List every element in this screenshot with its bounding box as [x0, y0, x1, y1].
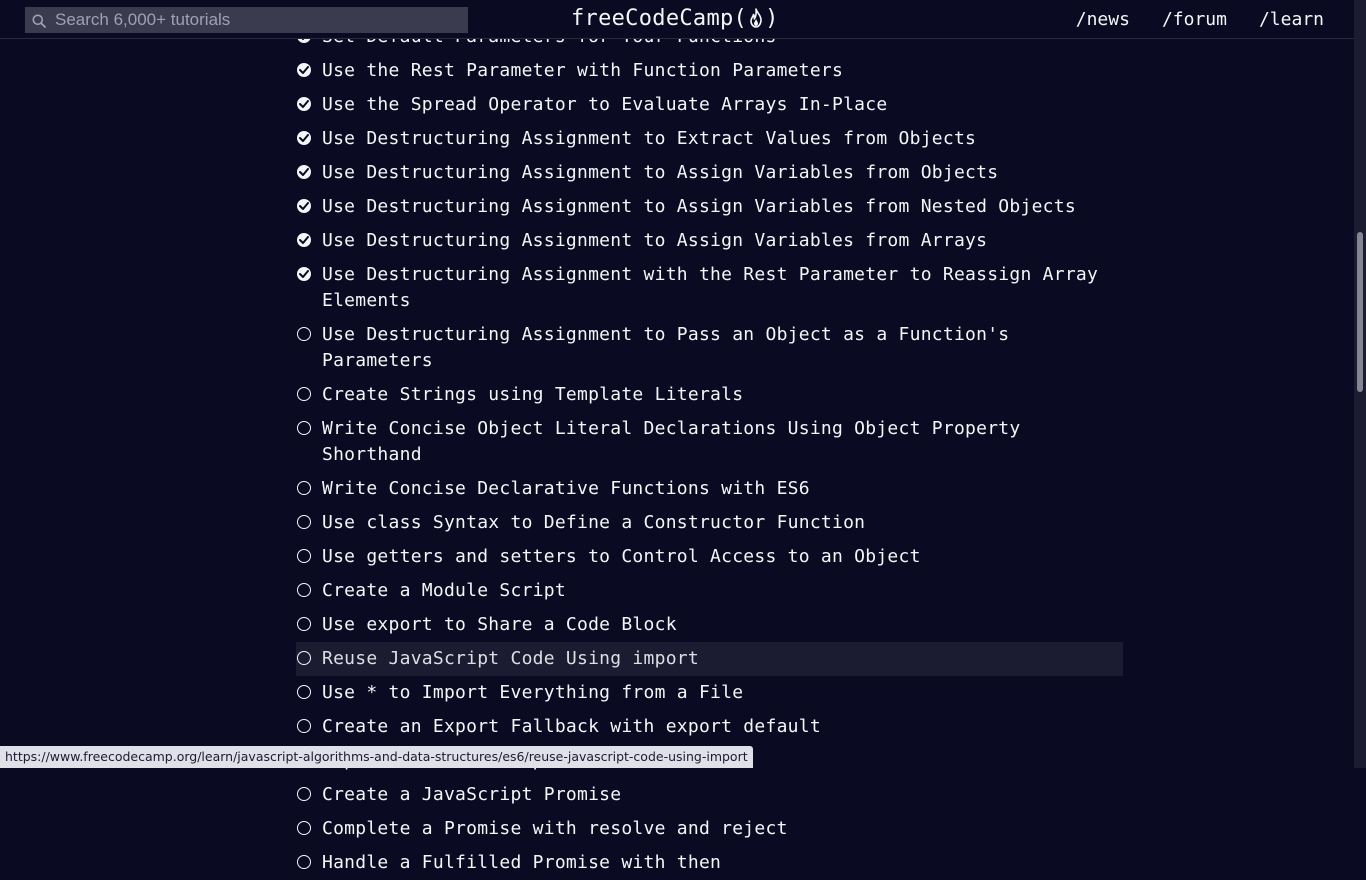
empty-circle-icon [297, 583, 311, 597]
challenge-item[interactable]: Use the Rest Parameter with Function Par… [296, 54, 1123, 88]
search-icon [32, 13, 46, 28]
challenge-title: Handle a Fulfilled Promise with then [322, 852, 722, 873]
challenge-title: Create a Module Script [322, 580, 566, 601]
challenge-item[interactable]: Create an Export Fallback with export de… [296, 710, 1123, 744]
check-circle-icon [297, 97, 311, 111]
flame-icon [748, 7, 764, 28]
search-box[interactable] [25, 7, 468, 33]
challenge-title: Use Destructuring Assignment to Assign V… [322, 230, 988, 251]
empty-circle-icon [297, 821, 311, 835]
challenge-title: Create Strings using Template Literals [322, 384, 744, 405]
challenge-title: Use Destructuring Assignment to Extract … [322, 128, 977, 149]
search-input[interactable] [55, 7, 460, 33]
check-circle-icon [297, 199, 311, 213]
challenge-item[interactable]: Create a JavaScript Promise [296, 778, 1123, 812]
page-scrollbar[interactable] [1354, 0, 1366, 768]
empty-circle-icon [297, 481, 311, 495]
challenge-title: Reuse JavaScript Code Using import [322, 648, 699, 669]
challenge-title: Use class Syntax to Define a Constructor… [322, 512, 866, 533]
challenge-item[interactable]: Write Concise Object Literal Declaration… [296, 412, 1123, 472]
empty-circle-icon [297, 855, 311, 869]
challenge-item[interactable]: Create Strings using Template Literals [296, 378, 1123, 412]
challenge-title: Complete a Promise with resolve and reje… [322, 818, 788, 839]
empty-circle-icon [297, 685, 311, 699]
challenge-item[interactable]: Use Destructuring Assignment with the Re… [296, 258, 1123, 318]
empty-circle-icon [297, 719, 311, 733]
challenge-item[interactable]: Use export to Share a Code Block [296, 608, 1123, 642]
empty-circle-icon [297, 515, 311, 529]
brand-prefix: freeCodeCamp( [571, 6, 748, 31]
challenge-title: Use the Spread Operator to Evaluate Arra… [322, 94, 888, 115]
challenge-title: Use Destructuring Assignment to Assign V… [322, 196, 1076, 217]
challenge-title: Write Concise Declarative Functions with… [322, 478, 810, 499]
challenge-title: Use Destructuring Assignment with the Re… [322, 264, 1099, 311]
challenge-item[interactable]: Create a Module Script [296, 574, 1123, 608]
challenge-item[interactable]: Use Destructuring Assignment to Assign V… [296, 190, 1123, 224]
challenge-title: Use Destructuring Assignment to Pass an … [322, 324, 1010, 371]
check-circle-icon [297, 165, 311, 179]
empty-circle-icon [297, 327, 311, 341]
check-circle-icon [297, 233, 311, 247]
empty-circle-icon [297, 421, 311, 435]
challenge-title: Use * to Import Everything from a File [322, 682, 744, 703]
challenge-title: Write Concise Object Literal Declaration… [322, 418, 1021, 465]
top-navbar: freeCodeCamp() /news /forum /learn [0, 0, 1354, 39]
challenge-item[interactable]: Use Destructuring Assignment to Assign V… [296, 156, 1123, 190]
link-status-bar: https://www.freecodecamp.org/learn/javas… [0, 746, 753, 768]
empty-circle-icon [297, 549, 311, 563]
challenge-item[interactable]: Write Concise Declarative Functions with… [296, 472, 1123, 506]
challenge-title: Use Destructuring Assignment to Assign V… [322, 162, 999, 183]
challenge-item[interactable]: Use getters and setters to Control Acces… [296, 540, 1123, 574]
empty-circle-icon [297, 787, 311, 801]
challenge-item[interactable]: Reuse JavaScript Code Using import [296, 642, 1123, 676]
empty-circle-icon [297, 387, 311, 401]
challenge-item[interactable]: Use Destructuring Assignment to Assign V… [296, 224, 1123, 258]
check-circle-icon [297, 63, 311, 77]
challenge-title: Use getters and setters to Control Acces… [322, 546, 921, 567]
nav-link-news[interactable]: /news [1076, 8, 1130, 32]
brand-logo[interactable]: freeCodeCamp() [571, 4, 779, 34]
challenge-item[interactable]: Complete a Promise with resolve and reje… [296, 812, 1123, 846]
challenge-title: Create a JavaScript Promise [322, 784, 622, 805]
challenge-item[interactable]: Use the Spread Operator to Evaluate Arra… [296, 88, 1123, 122]
challenge-item[interactable]: Use Destructuring Assignment to Pass an … [296, 318, 1123, 378]
challenge-item[interactable]: Use * to Import Everything from a File [296, 676, 1123, 710]
check-circle-icon [297, 267, 311, 281]
scrollbar-thumb[interactable] [1357, 232, 1363, 392]
challenge-item[interactable]: Handle a Fulfilled Promise with then [296, 846, 1123, 880]
challenge-item[interactable]: Use Destructuring Assignment to Extract … [296, 122, 1123, 156]
nav-links: /news /forum /learn [1076, 8, 1324, 32]
empty-circle-icon [297, 617, 311, 631]
brand-suffix: ) [765, 6, 779, 31]
empty-circle-icon [297, 651, 311, 665]
challenge-title: Create an Export Fallback with export de… [322, 716, 821, 737]
check-circle-icon [297, 131, 311, 145]
nav-link-forum[interactable]: /forum [1162, 8, 1227, 32]
nav-link-learn[interactable]: /learn [1259, 8, 1324, 32]
challenge-title: Use export to Share a Code Block [322, 614, 677, 635]
challenge-title: Use the Rest Parameter with Function Par… [322, 60, 844, 81]
challenge-item[interactable]: Use class Syntax to Define a Constructor… [296, 506, 1123, 540]
